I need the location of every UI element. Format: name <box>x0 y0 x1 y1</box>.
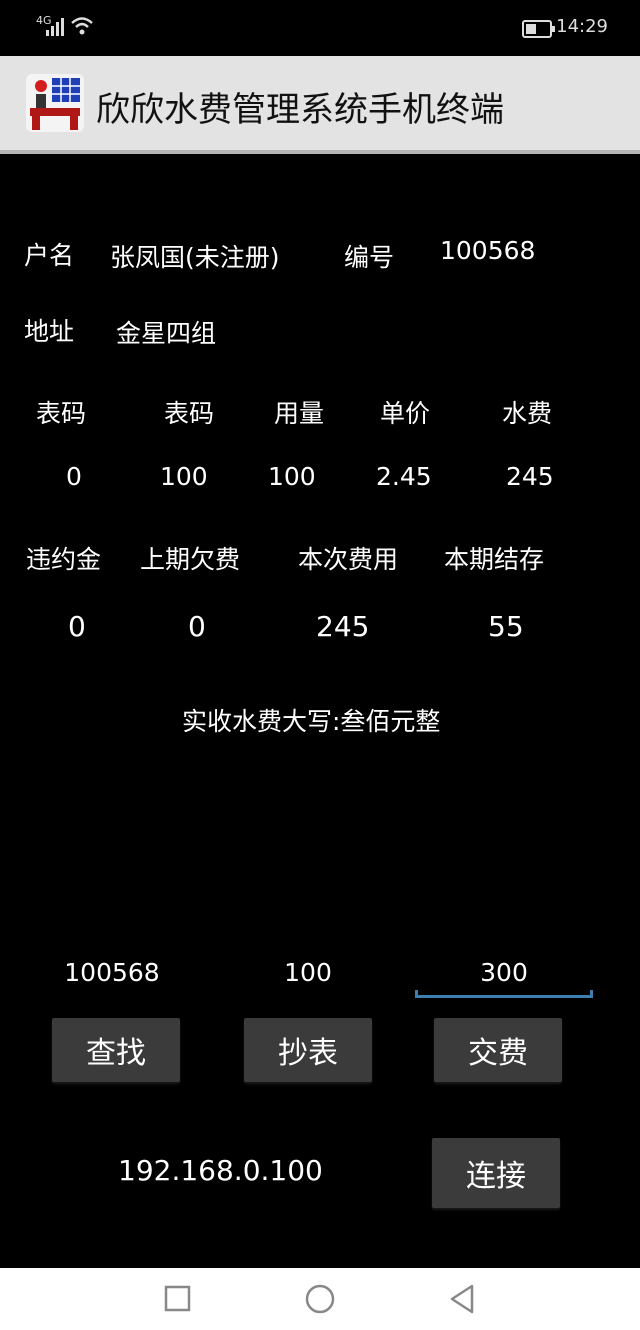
customer-name: 张凤国(未注册) <box>110 243 280 272</box>
name-label: 户名 <box>24 241 75 270</box>
customer-id: 100568 <box>440 236 536 265</box>
pay-button[interactable]: 交费 <box>434 1018 562 1082</box>
status-bar: 4G 14:29 <box>0 0 640 56</box>
recent-apps-icon[interactable] <box>164 1285 192 1313</box>
app-title: 欣欣水费管理系统手机终端 <box>96 90 504 130</box>
home-icon[interactable] <box>304 1283 336 1315</box>
clock: 14:29 <box>556 16 608 37</box>
wifi-icon <box>71 17 93 35</box>
navigation-bar <box>0 1268 640 1330</box>
read-meter-button[interactable]: 抄表 <box>244 1018 372 1082</box>
app-logo-icon <box>26 74 84 132</box>
connect-button[interactable]: 连接 <box>432 1138 560 1208</box>
back-icon[interactable] <box>448 1283 476 1315</box>
search-button[interactable]: 查找 <box>52 1018 180 1082</box>
reading-value: 245 <box>506 462 554 491</box>
id-label: 编号 <box>344 243 395 272</box>
billing-value: 55 <box>488 610 524 643</box>
account-input[interactable] <box>32 952 192 992</box>
title-bar: 欣欣水费管理系统手机终端 <box>0 56 640 154</box>
address-label: 地址 <box>24 317 75 346</box>
battery-icon <box>522 20 555 38</box>
billing-value: 0 <box>188 610 206 643</box>
reading-value: 100 <box>268 462 316 491</box>
signal-icon <box>46 18 64 36</box>
reading-header: 用量 <box>274 399 325 428</box>
payment-input-underline <box>415 990 593 998</box>
billing-header: 本次费用 <box>298 545 399 574</box>
meter-reading-input[interactable] <box>228 952 388 992</box>
billing-header: 违约金 <box>26 545 102 574</box>
server-ip: 192.168.0.100 <box>118 1154 323 1187</box>
payment-input[interactable] <box>418 952 590 992</box>
billing-header: 本期结存 <box>444 545 545 574</box>
reading-header: 表码 <box>164 399 215 428</box>
amount-in-words: 实收水费大写:叁佰元整 <box>182 707 441 736</box>
billing-header: 上期欠费 <box>140 545 241 574</box>
reading-value: 100 <box>160 462 208 491</box>
reading-header: 单价 <box>380 399 431 428</box>
customer-address: 金星四组 <box>116 319 217 348</box>
reading-value: 2.45 <box>376 462 432 491</box>
reading-value: 0 <box>66 462 82 491</box>
reading-header: 表码 <box>36 399 87 428</box>
billing-value: 0 <box>68 610 86 643</box>
reading-header: 水费 <box>502 399 553 428</box>
billing-value: 245 <box>316 610 370 643</box>
